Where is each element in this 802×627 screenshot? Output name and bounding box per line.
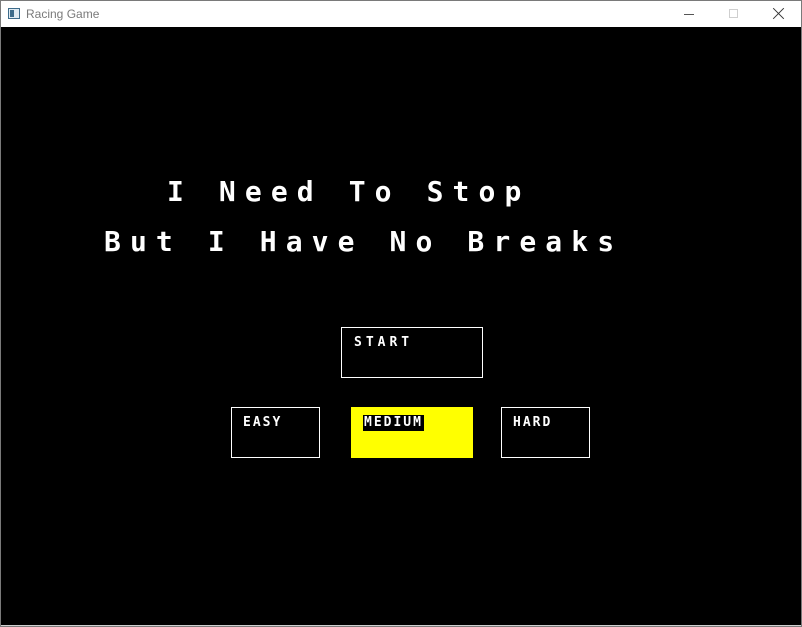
difficulty-hard-button[interactable]: HARD bbox=[501, 407, 590, 458]
difficulty-medium-button[interactable]: MEDIUM bbox=[351, 407, 473, 458]
maximize-icon bbox=[729, 9, 738, 18]
difficulty-medium-label: MEDIUM bbox=[363, 415, 424, 431]
app-window-icon bbox=[8, 8, 20, 19]
minimize-icon bbox=[684, 14, 694, 15]
close-button[interactable] bbox=[755, 1, 801, 27]
difficulty-easy-label: EASY bbox=[243, 415, 283, 430]
start-button-label: START bbox=[354, 335, 414, 350]
window-titlebar[interactable]: Racing Game bbox=[1, 1, 801, 27]
close-icon bbox=[772, 7, 785, 20]
maximize-button[interactable] bbox=[711, 1, 757, 27]
window-bottom-edge bbox=[1, 625, 801, 626]
window-title: Racing Game bbox=[26, 7, 100, 21]
minimize-button[interactable] bbox=[665, 1, 711, 27]
start-button[interactable]: START bbox=[341, 327, 483, 378]
game-title-line-1: I Need To Stop bbox=[167, 175, 531, 208]
game-screen[interactable]: I Need To Stop But I Have No Breaks STAR… bbox=[1, 27, 801, 625]
difficulty-easy-button[interactable]: EASY bbox=[231, 407, 320, 458]
app-window: Racing Game I Need To Stop But I Have No… bbox=[0, 0, 802, 627]
difficulty-hard-label: HARD bbox=[513, 415, 553, 430]
game-title-line-2: But I Have No Breaks bbox=[104, 225, 624, 258]
